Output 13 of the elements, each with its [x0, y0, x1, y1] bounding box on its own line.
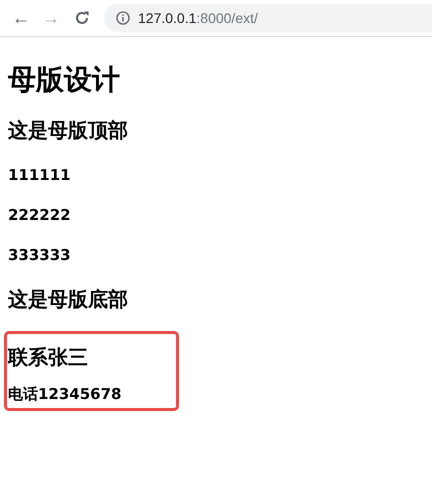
- paragraph: 电话12345678: [8, 385, 122, 404]
- reload-icon[interactable]: [74, 10, 90, 26]
- section-heading: 这是母版顶部: [8, 117, 129, 144]
- url-text: 127.0.0.1:8000/ext/: [138, 10, 258, 26]
- back-button[interactable]: ←: [8, 9, 34, 27]
- info-icon: [116, 11, 130, 25]
- section-heading: 这是母版底部: [8, 286, 129, 313]
- section-heading: 联系张三: [8, 344, 89, 371]
- paragraph: 111111: [8, 166, 72, 184]
- address-bar[interactable]: 127.0.0.1:8000/ext/: [104, 4, 432, 32]
- paragraph: 222222: [8, 206, 72, 224]
- page-heading: 母版设计: [8, 62, 121, 98]
- paragraph: 333333: [8, 246, 72, 264]
